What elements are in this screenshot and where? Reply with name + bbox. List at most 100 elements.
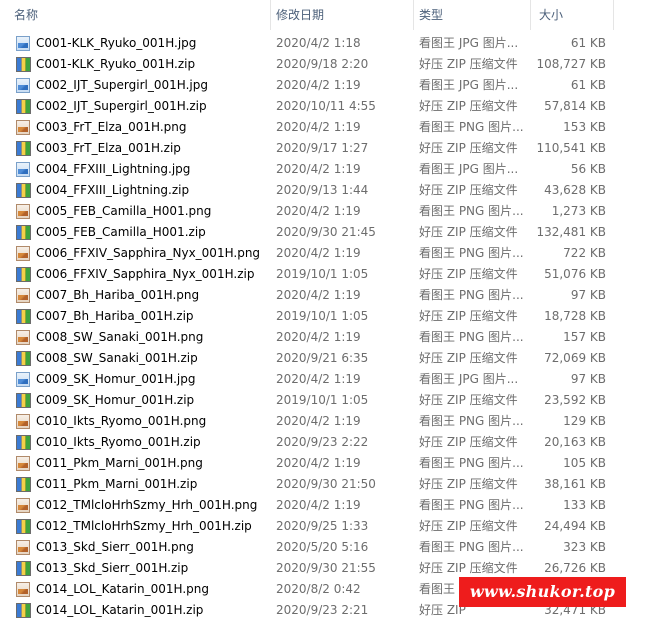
column-header-bar: ^ 名称 修改日期 类型 大小	[0, 0, 653, 30]
file-size: 133 KB	[563, 498, 606, 512]
file-modified-date: 2019/10/1 1:05	[276, 309, 369, 323]
file-name: C010_Ikts_Ryomo_001H.zip	[36, 435, 201, 449]
file-row[interactable]: C009_SK_Homur_001H.jpg 2020/4/2 1:19 看图王 J…	[0, 369, 653, 390]
file-modified-date: 2020/9/13 1:44	[276, 183, 369, 197]
file-name: C006_FFXIV_Sapphira_Nyx_001H.zip	[36, 267, 255, 281]
file-type: 好压 ZIP 压缩文件	[419, 57, 518, 71]
zip-archive-icon	[16, 393, 31, 408]
file-row[interactable]: C013_Skd_Sierr_001H.png 2020/5/20 5:16 看图王…	[0, 537, 653, 558]
file-modified-date: 2020/10/11 4:55	[276, 99, 376, 113]
file-row[interactable]: C005_FEB_Camilla_H001.png 2020/4/2 1:19 看图…	[0, 201, 653, 222]
file-row[interactable]: C010_Ikts_Ryomo_001H.png 2020/4/2 1:19 看图王…	[0, 411, 653, 432]
file-modified-date: 2020/9/25 1:33	[276, 519, 369, 533]
sort-ascending-icon: ^	[134, 0, 142, 7]
file-size: 57,814 KB	[544, 99, 606, 113]
file-name: C009_SK_Homur_001H.zip	[36, 393, 195, 407]
file-type: 好压 ZIP 压缩文件	[419, 393, 518, 407]
file-row[interactable]: C012_TMlcloHrhSzmy_Hrh_001H.zip 2020/9/25…	[0, 516, 653, 537]
file-row[interactable]: C001-KLK_Ryuko_001H.zip 2020/9/18 2:20 好压 …	[0, 54, 653, 75]
file-name: C005_FEB_Camilla_H001.zip	[36, 225, 206, 239]
file-name: C004_FFXIII_Lightning.jpg	[36, 162, 191, 176]
file-type: 看图王 PNG 图片...	[419, 456, 524, 470]
zip-archive-icon	[16, 519, 31, 534]
file-name: C013_Skd_Sierr_001H.zip	[36, 561, 189, 575]
file-modified-date: 2020/4/2 1:19	[276, 204, 361, 218]
file-row[interactable]: C008_SW_Sanaki_001H.png 2020/4/2 1:19 看图王 …	[0, 327, 653, 348]
file-row[interactable]: C004_FFXIII_Lightning.jpg 2020/4/2 1:19 看图…	[0, 159, 653, 180]
file-row[interactable]: C006_FFXIV_Sapphira_Nyx_001H.zip 2019/10/…	[0, 264, 653, 285]
zip-archive-icon	[16, 141, 31, 156]
jpg-file-icon	[16, 78, 30, 93]
zip-archive-icon	[16, 603, 31, 618]
file-size: 108,727 KB	[536, 57, 606, 71]
file-modified-date: 2020/4/2 1:19	[276, 330, 361, 344]
file-size: 1,273 KB	[551, 204, 606, 218]
png-file-icon	[16, 414, 30, 429]
file-row[interactable]: C010_Ikts_Ryomo_001H.zip 2020/9/23 2:22 好压…	[0, 432, 653, 453]
column-divider[interactable]	[613, 0, 614, 30]
file-row[interactable]: C011_Pkm_Marni_001H.zip 2020/9/30 21:50 好压…	[0, 474, 653, 495]
zip-archive-icon	[16, 225, 31, 240]
file-row[interactable]: C007_Bh_Hariba_001H.png 2020/4/2 1:19 看图王 …	[0, 285, 653, 306]
column-divider[interactable]	[530, 0, 531, 30]
file-modified-date: 2020/9/17 1:27	[276, 141, 369, 155]
file-row[interactable]: C013_Skd_Sierr_001H.zip 2020/9/30 21:55 好压…	[0, 558, 653, 579]
file-row[interactable]: C005_FEB_Camilla_H001.zip 2020/9/30 21:45…	[0, 222, 653, 243]
file-modified-date: 2020/4/2 1:19	[276, 162, 361, 176]
file-size: 56 KB	[570, 162, 606, 176]
file-size: 24,494 KB	[544, 519, 606, 533]
zip-archive-icon	[16, 267, 31, 282]
zip-archive-icon	[16, 561, 31, 576]
file-row[interactable]: C003_FrT_Elza_001H.zip 2020/9/17 1:27 好压 Z…	[0, 138, 653, 159]
file-size: 72,069 KB	[544, 351, 606, 365]
file-type: 好压 ZIP 压缩文件	[419, 99, 518, 113]
file-row[interactable]: C009_SK_Homur_001H.zip 2019/10/1 1:05 好压 Z…	[0, 390, 653, 411]
file-type: 好压 ZIP 压缩文件	[419, 561, 518, 575]
png-file-icon	[16, 120, 30, 135]
file-size: 26,726 KB	[544, 561, 606, 575]
file-size: 20,163 KB	[544, 435, 606, 449]
file-type: 看图王 JPG 图片...	[419, 78, 519, 92]
file-size: 153 KB	[563, 120, 606, 134]
column-divider[interactable]	[413, 0, 414, 30]
file-name: C001-KLK_Ryuko_001H.jpg	[36, 36, 197, 50]
column-header-name[interactable]: 名称	[14, 6, 38, 24]
file-row[interactable]: C003_FrT_Elza_001H.png 2020/4/2 1:19 看图王 P…	[0, 117, 653, 138]
column-header-type[interactable]: 类型	[419, 6, 443, 24]
file-row[interactable]: C006_FFXIV_Sapphira_Nyx_001H.png 2020/4/2…	[0, 243, 653, 264]
jpg-file-icon	[16, 372, 30, 387]
file-row[interactable]: C004_FFXIII_Lightning.zip 2020/9/13 1:44 好…	[0, 180, 653, 201]
file-name: C006_FFXIV_Sapphira_Nyx_001H.png	[36, 246, 261, 260]
file-size: 132,481 KB	[536, 225, 606, 239]
png-file-icon	[16, 288, 30, 303]
file-type: 看图王 PNG 图片...	[419, 540, 524, 554]
file-name: C005_FEB_Camilla_H001.png	[36, 204, 212, 218]
file-name: C014_LOL_Katarin_001H.png	[36, 582, 209, 596]
file-type: 看图王 JPG 图片...	[419, 36, 519, 50]
file-modified-date: 2020/4/2 1:19	[276, 498, 361, 512]
watermark-banner: www.shukor.top	[459, 577, 626, 607]
file-row[interactable]: C007_Bh_Hariba_001H.zip 2019/10/1 1:05 好压 …	[0, 306, 653, 327]
file-row[interactable]: C001-KLK_Ryuko_001H.jpg 2020/4/2 1:18 看图王 …	[0, 33, 653, 54]
column-header-size[interactable]: 大小	[539, 6, 563, 24]
png-file-icon	[16, 540, 30, 555]
file-modified-date: 2020/9/23 2:21	[276, 603, 369, 617]
file-type: 看图王 PNG 图片...	[419, 120, 524, 134]
file-row[interactable]: C008_SW_Sanaki_001H.zip 2020/9/21 6:35 好压 …	[0, 348, 653, 369]
file-size: 61 KB	[570, 36, 606, 50]
file-type: 看图王 PNG 图片...	[419, 498, 524, 512]
column-header-date[interactable]: 修改日期	[276, 6, 324, 24]
file-row[interactable]: C012_TMlcloHrhSzmy_Hrh_001H.png 2020/4/2 …	[0, 495, 653, 516]
zip-archive-icon	[16, 477, 31, 492]
file-size: 157 KB	[563, 330, 606, 344]
file-type: 好压 ZIP 压缩文件	[419, 435, 518, 449]
file-modified-date: 2020/8/2 0:42	[276, 582, 361, 596]
file-row[interactable]: C011_Pkm_Marni_001H.png 2020/4/2 1:19 看图王 …	[0, 453, 653, 474]
file-row[interactable]: C002_IJT_Supergirl_001H.zip 2020/10/11 4:…	[0, 96, 653, 117]
file-modified-date: 2020/9/30 21:55	[276, 561, 376, 575]
file-size: 722 KB	[563, 246, 606, 260]
file-row[interactable]: C002_IJT_Supergirl_001H.jpg 2020/4/2 1:19…	[0, 75, 653, 96]
file-name: C014_LOL_Katarin_001H.zip	[36, 603, 204, 617]
file-modified-date: 2020/9/18 2:20	[276, 57, 369, 71]
column-divider[interactable]	[270, 0, 271, 30]
